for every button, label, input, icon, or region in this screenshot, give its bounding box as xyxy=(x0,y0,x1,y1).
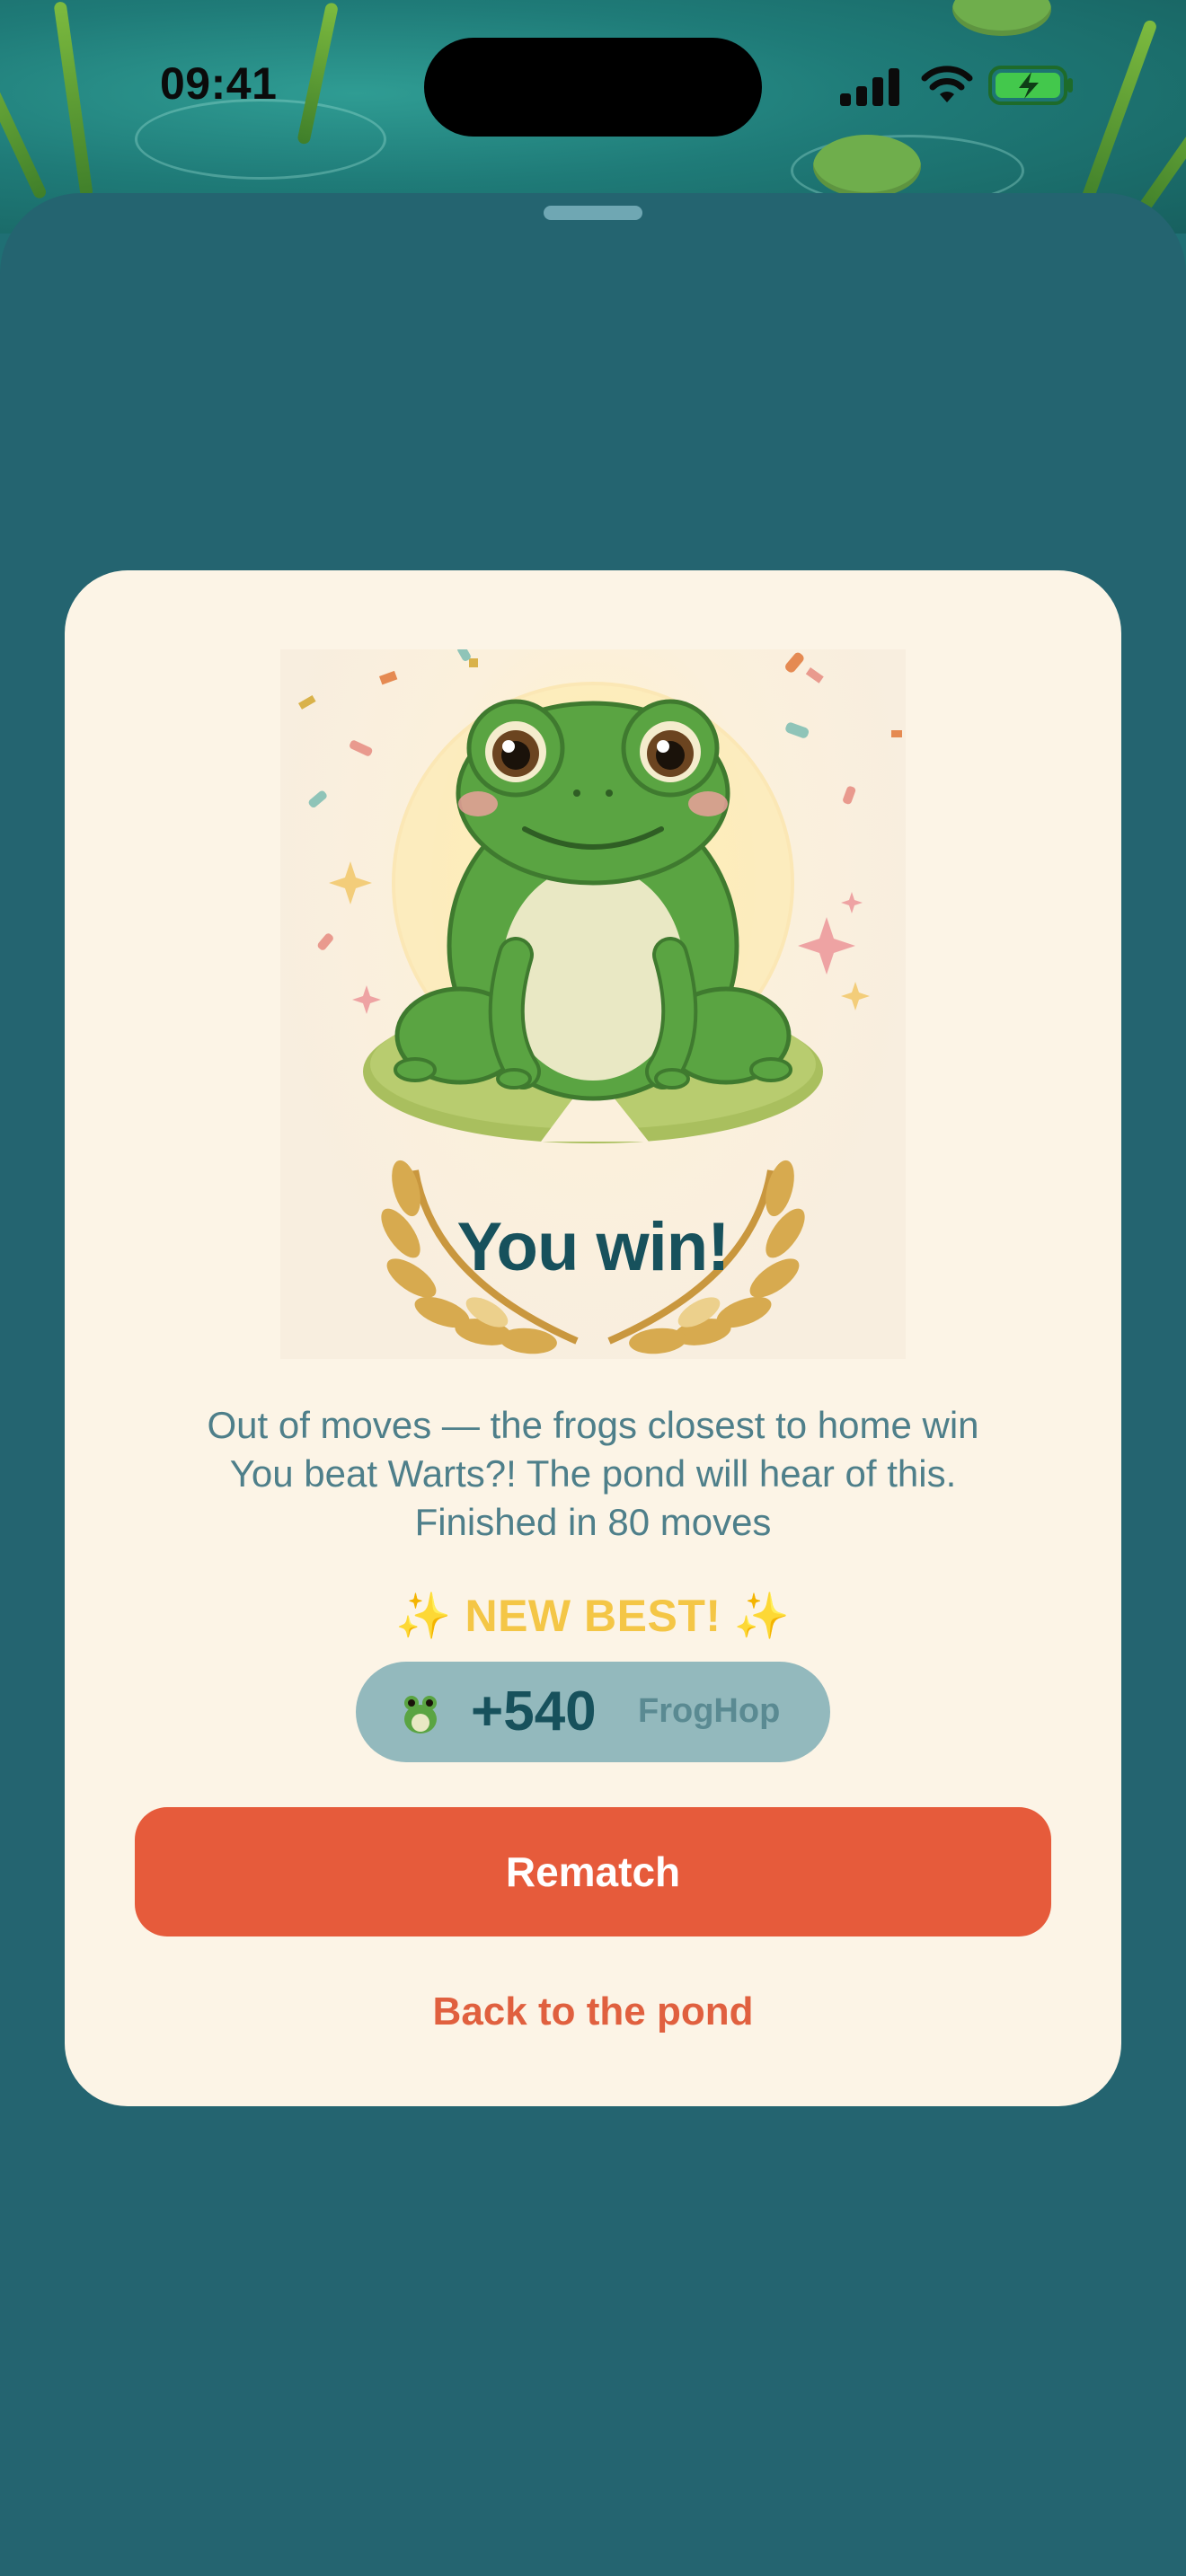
back-to-pond-link[interactable]: Back to the pond xyxy=(323,1981,863,2043)
result-message-line: Out of moves — the frogs closest to home… xyxy=(207,1404,979,1446)
dynamic-island xyxy=(424,38,762,137)
score-value: +540 xyxy=(471,1681,597,1742)
new-best-badge: ✨ NEW BEST! ✨ xyxy=(395,1591,791,1641)
status-time: 09:41 xyxy=(160,58,278,109)
result-message-line: You beat Warts?! The pond will hear of t… xyxy=(229,1452,957,1495)
win-illustration: You win! xyxy=(280,649,906,1359)
score-pill: +540 FrogHop xyxy=(356,1662,830,1762)
moves-summary: Finished in 80 moves xyxy=(414,1501,772,1543)
wifi-icon xyxy=(921,66,973,102)
sheet-grabber-handle[interactable] xyxy=(544,206,642,220)
win-title: You win! xyxy=(456,1209,730,1285)
score-label: FrogHop xyxy=(638,1692,781,1730)
frog-icon xyxy=(404,1696,437,1734)
battery-charging-icon xyxy=(988,66,1073,105)
cellular-signal-icon xyxy=(840,68,903,106)
status-bar: 09:41 xyxy=(0,0,1186,180)
rematch-button[interactable]: Rematch xyxy=(135,1807,1051,1936)
